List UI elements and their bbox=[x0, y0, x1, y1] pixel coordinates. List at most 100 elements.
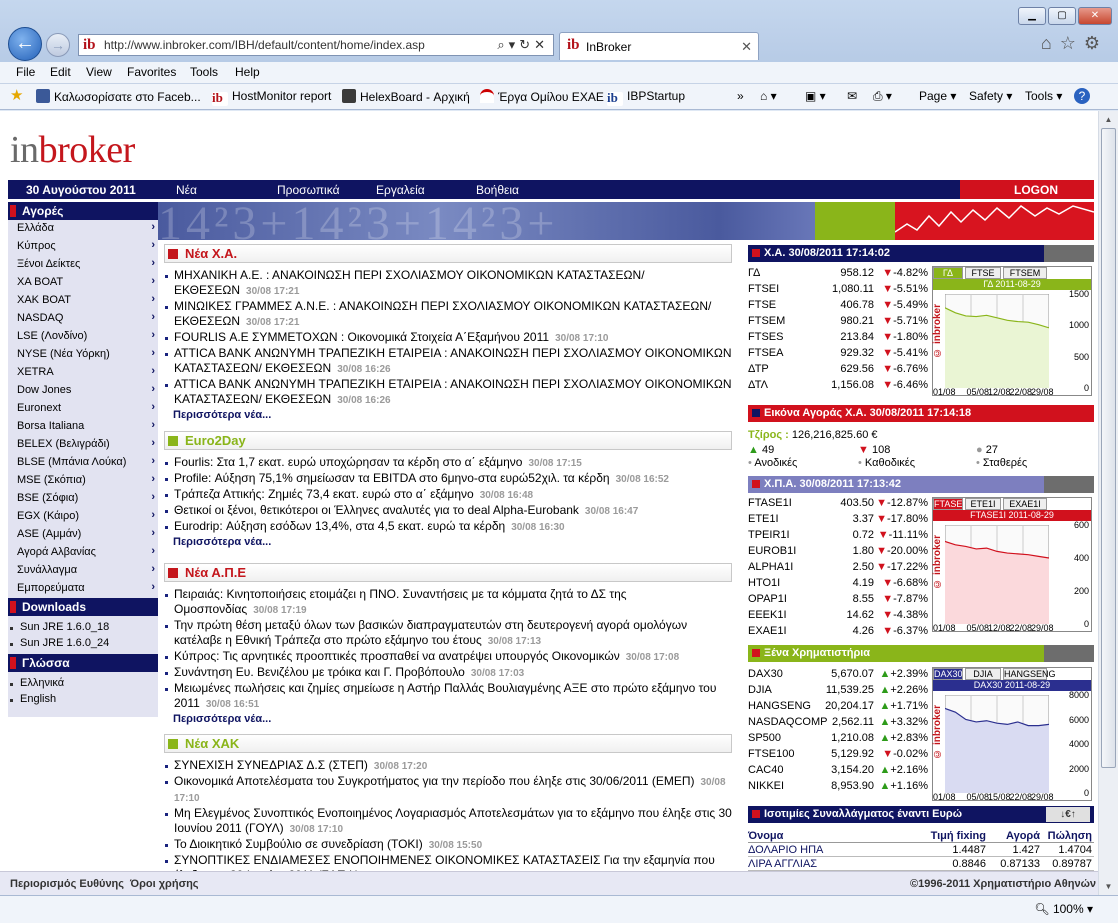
quote-row[interactable]: DAX30 5,670.07 ▲+2.39% bbox=[748, 667, 930, 683]
sidebar-market-item[interactable]: Euronext › bbox=[8, 400, 158, 418]
quote-row[interactable]: NASDAQCOMP 2,562.11 ▲+3.32% bbox=[748, 715, 930, 731]
sidebar-market-item[interactable]: Ξένοι Δείκτες › bbox=[8, 256, 158, 274]
login-button[interactable]: LOGON bbox=[960, 180, 1094, 199]
sidebar-market-item[interactable]: ΧΑΚ ΒΟΑΤ › bbox=[8, 292, 158, 310]
sparkline-icon[interactable] bbox=[1044, 476, 1094, 493]
menu-view[interactable]: View bbox=[86, 65, 112, 79]
favorites-star-icon[interactable]: ★ bbox=[10, 86, 23, 104]
tools-menu[interactable]: Tools ▾ bbox=[1025, 89, 1062, 103]
quote-row[interactable]: ΔΤΛ 1,156.08 ▼-6.46% bbox=[748, 378, 930, 394]
quote-row[interactable]: ΓΔ 958.12 ▼-4.82% bbox=[748, 266, 930, 282]
favorite-facebook[interactable]: Καλωσορίσατε στο Faceb... bbox=[36, 89, 201, 104]
news-item[interactable]: ATTICA BANK ΑΝΩΝΥΜΗ ΤΡΑΠΕΖΙΚΗ ΕΤΑΙΡΕΙΑ :… bbox=[164, 377, 732, 408]
sidebar-market-item[interactable]: LSE (Λονδίνο) › bbox=[8, 328, 158, 346]
sidebar-market-item[interactable]: Αγορά Αλβανίας › bbox=[8, 544, 158, 562]
favorite-helexboard[interactable]: HelexBoard - Αρχική bbox=[342, 89, 470, 104]
section-title[interactable]: Νέα Χ.Α. bbox=[185, 246, 237, 261]
news-item[interactable]: ATTICA BANK ΑΝΩΝΥΜΗ ΤΡΑΠΕΖΙΚΗ ΕΤΑΙΡΕΙΑ :… bbox=[164, 346, 732, 377]
menu-favorites[interactable]: Favorites bbox=[127, 65, 176, 79]
news-item[interactable]: FOURLIS Α.Ε ΣΥΜΜΕΤΟΧΩΝ : Οικονομικά Στοι… bbox=[164, 330, 732, 346]
sidebar-market-item[interactable]: Ελλάδα › bbox=[8, 220, 158, 238]
nav-tools[interactable]: Εργαλεία bbox=[376, 183, 425, 197]
chart-tab[interactable]: ΓΔ bbox=[933, 267, 963, 279]
news-headline[interactable]: Κύπρος: Τις αρνητικές προοπτικές προσπαθ… bbox=[174, 649, 620, 663]
sidebar-market-item[interactable]: Dow Jones › bbox=[8, 382, 158, 400]
favorite-ibpstartup[interactable]: ib IBPStartup bbox=[607, 89, 685, 106]
news-headline[interactable]: Θετικοί οι ξένοι, θετικότεροι οι Έλληνες… bbox=[174, 503, 579, 517]
home-favorites-settings-icons[interactable]: ⌂☆⚙ bbox=[1041, 33, 1108, 54]
more-news-link[interactable]: Περισσότερα νέα... bbox=[164, 409, 732, 421]
mail-icon[interactable]: ✉ bbox=[847, 89, 857, 103]
news-headline[interactable]: Πειραιάς: Κινητοποιήσεις ετοιμάζει η ΠΝΟ… bbox=[174, 587, 627, 616]
chart-tab[interactable]: FTASE1Ι bbox=[933, 498, 970, 510]
feeds-icon[interactable]: ▣ ▾ bbox=[805, 89, 826, 103]
news-item[interactable]: ΜΗΧΑΝΙΚΗ Α.Ε. : ΑΝΑΚΟΙΝΩΣΗ ΠΕΡΙ ΣΧΟΛΙΑΣΜ… bbox=[164, 268, 732, 299]
chart-tab[interactable]: DJIA bbox=[965, 668, 1001, 680]
sidebar-market-item[interactable]: ASE (Αμμάν) › bbox=[8, 526, 158, 544]
address-tools-icons[interactable]: ⌕▾↻✕ bbox=[497, 37, 549, 53]
news-headline[interactable]: Τράπεζα Αττικής: Ζημιές 73,4 εκατ. ευρώ … bbox=[174, 487, 474, 501]
news-headline[interactable]: Eurodrip: Αύξηση εσόδων 13,4%, στα 4,5 ε… bbox=[174, 519, 505, 533]
scroll-up-icon[interactable]: ▲ bbox=[1101, 112, 1116, 127]
quote-row[interactable]: EXAE1Ι 4.26 ▼-6.37% bbox=[748, 624, 930, 640]
news-headline[interactable]: Συνάντηση Ευ. Βενιζέλου με τρόικα και Γ.… bbox=[174, 665, 465, 679]
news-item[interactable]: Μη Ελεγμένος Συνοπτικός Ενοποιημένος Λογ… bbox=[164, 806, 732, 837]
news-item[interactable]: Συνάντηση Ευ. Βενιζέλου με τρόικα και Γ.… bbox=[164, 665, 732, 681]
address-bar[interactable]: ib http://www.inbroker.com/IBH/default/c… bbox=[78, 34, 554, 56]
quote-row[interactable]: SP500 1,210.08 ▲+2.83% bbox=[748, 731, 930, 747]
tab-close-icon[interactable]: ✕ bbox=[741, 39, 752, 55]
scroll-thumb[interactable] bbox=[1101, 128, 1116, 768]
news-item[interactable]: Κύπρος: Τις αρνητικές προοπτικές προσπαθ… bbox=[164, 649, 732, 665]
news-headline[interactable]: Οικονομικά Αποτελέσματα του Συγκροτήματο… bbox=[174, 774, 695, 788]
menu-tools[interactable]: Tools bbox=[190, 65, 218, 79]
quote-row[interactable]: ALPHA1Ι 2.50 ▼-17.22% bbox=[748, 560, 930, 576]
news-item[interactable]: ΣΥΝΕΧΙΣΗ ΣΥΝΕΔΡΙΑΣ Δ.Σ (ΣΤΕΠ) 30/08 17:20 bbox=[164, 758, 732, 774]
news-headline[interactable]: Την πρώτη θέση μεταξύ όλων των βασικών δ… bbox=[174, 618, 687, 647]
inbroker-logo[interactable]: inbroker bbox=[10, 130, 135, 170]
currency-toggle-icon[interactable]: ↓€↑ bbox=[1046, 807, 1090, 822]
scroll-down-icon[interactable]: ▼ bbox=[1101, 879, 1116, 894]
quote-row[interactable]: HANGSENG 20,204.17 ▲+1.71% bbox=[748, 699, 930, 715]
quote-row[interactable]: ETE1Ι 3.37 ▼-17.80% bbox=[748, 512, 930, 528]
menu-edit[interactable]: Edit bbox=[50, 65, 71, 79]
disclaimer-link[interactable]: Περιορισμός Ευθύνης bbox=[10, 878, 124, 890]
sidebar-market-item[interactable]: BLSE (Μπάνια Λούκα) › bbox=[8, 454, 158, 472]
news-headline[interactable]: FOURLIS Α.Ε ΣΥΜΜΕΤΟΧΩΝ : Οικονομικά Στοι… bbox=[174, 330, 549, 344]
news-item[interactable]: Profile: Αύξηση 75,1% σημείωσαν τα EBITD… bbox=[164, 471, 732, 487]
news-headline[interactable]: ATTICA BANK ΑΝΩΝΥΜΗ ΤΡΑΠΕΖΙΚΗ ΕΤΑΙΡΕΙΑ :… bbox=[174, 377, 732, 406]
news-headline[interactable]: ATTICA BANK ΑΝΩΝΥΜΗ ΤΡΑΠΕΖΙΚΗ ΕΤΑΙΡΕΙΑ :… bbox=[174, 346, 732, 375]
chart-tab[interactable]: ETE1Ι bbox=[965, 498, 1001, 510]
more-news-link[interactable]: Περισσότερα νέα... bbox=[164, 536, 732, 548]
sidebar-market-item[interactable]: Κύπρος › bbox=[8, 238, 158, 256]
news-headline[interactable]: ΜΗΧΑΝΙΚΗ Α.Ε. : ΑΝΑΚΟΙΝΩΣΗ ΠΕΡΙ ΣΧΟΛΙΑΣΜ… bbox=[174, 268, 645, 297]
language-item[interactable]: English bbox=[8, 691, 158, 707]
news-headline[interactable]: Το Διοικητικό Συμβούλιο σε συνεδρίαση (Τ… bbox=[174, 837, 423, 851]
fx-row[interactable]: ΔΟΛΑΡΙΟ ΗΠΑ 1.4487 1.427 1.4704 bbox=[748, 843, 1094, 857]
news-item[interactable]: Το Διοικητικό Συμβούλιο σε συνεδρίαση (Τ… bbox=[164, 837, 732, 853]
browser-tab[interactable]: ib InBroker ✕ bbox=[559, 32, 759, 60]
nav-news[interactable]: Νέα bbox=[176, 183, 197, 197]
zoom-level[interactable]: 🔍︎ 100% ▾ bbox=[1034, 902, 1093, 916]
page-menu[interactable]: Page ▾ bbox=[919, 89, 956, 103]
forward-button[interactable]: → bbox=[46, 33, 70, 57]
sidebar-market-item[interactable]: NYSE (Νέα Υόρκη) › bbox=[8, 346, 158, 364]
quote-row[interactable]: FTASE1Ι 403.50 ▼-12.87% bbox=[748, 496, 930, 512]
news-item[interactable]: Fourlis: Στα 1,7 εκατ. ευρώ υποχώρησαν τ… bbox=[164, 455, 732, 471]
vertical-scrollbar[interactable]: ▲ ▼ bbox=[1098, 111, 1118, 895]
section-title[interactable]: Euro2Day bbox=[185, 433, 246, 448]
quote-row[interactable]: DJIA 11,539.25 ▲+2.26% bbox=[748, 683, 930, 699]
sidebar-market-item[interactable]: XETRA › bbox=[8, 364, 158, 382]
home-icon[interactable]: ⌂ ▾ bbox=[760, 89, 777, 103]
sidebar-market-item[interactable]: BELEX (Βελιγράδι) › bbox=[8, 436, 158, 454]
sidebar-market-item[interactable]: Εμπορεύματα › bbox=[8, 580, 158, 598]
news-headline[interactable]: Fourlis: Στα 1,7 εκατ. ευρώ υποχώρησαν τ… bbox=[174, 455, 522, 469]
print-icon[interactable]: ⎙ ▾ bbox=[873, 89, 892, 104]
quote-row[interactable]: TPEIR1Ι 0.72 ▼-11.11% bbox=[748, 528, 930, 544]
quote-row[interactable]: NIKKEI 8,953.90 ▲+1.16% bbox=[748, 779, 930, 795]
quote-row[interactable]: FTSEA 929.32 ▼-5.41% bbox=[748, 346, 930, 362]
download-item[interactable]: Sun JRE 1.6.0_24 bbox=[8, 635, 158, 651]
sidebar-market-item[interactable]: Borsa Italiana › bbox=[8, 418, 158, 436]
news-item[interactable]: Θετικοί οι ξένοι, θετικότεροι οι Έλληνες… bbox=[164, 503, 732, 519]
fx-row[interactable]: ΛΙΡΑ ΑΓΓΛΙΑΣ 0.8846 0.87133 0.89787 bbox=[748, 857, 1094, 871]
quote-row[interactable]: OPAP1Ι 8.55 ▼-7.87% bbox=[748, 592, 930, 608]
